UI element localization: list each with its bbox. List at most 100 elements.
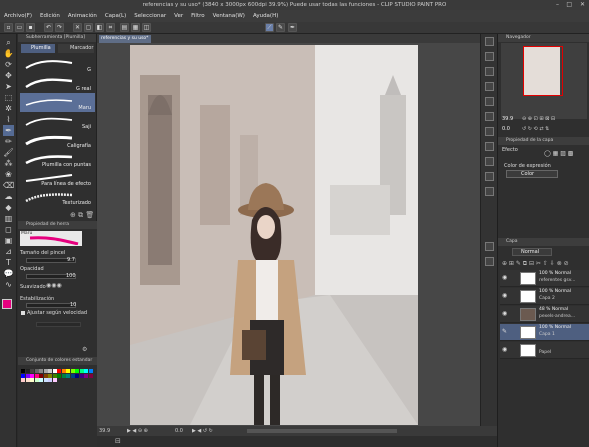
speed-checkbox[interactable] [21, 311, 25, 315]
color-swatch[interactable] [57, 369, 61, 373]
color-swatch[interactable] [39, 373, 43, 378]
color-swatch[interactable] [30, 373, 34, 378]
menu-filtro[interactable]: Filtro [191, 13, 204, 19]
expression-color-select[interactable]: Color [506, 170, 558, 178]
canvas[interactable] [130, 45, 418, 425]
menu-edicion[interactable]: Edición [40, 13, 60, 19]
layer-row[interactable]: ◉ 100 % Normal referentes gsv... [500, 270, 589, 287]
color-swatch[interactable] [57, 373, 61, 378]
figure-tool-icon[interactable]: ◻ [3, 224, 14, 235]
zoom-value[interactable]: 39.9 [99, 426, 110, 436]
layer-row-selected[interactable]: ✎ 100 % Normal Capa 1 [500, 324, 589, 341]
operation-tool-icon[interactable]: ➤ [3, 81, 14, 92]
snap-grid-icon[interactable]: ▦ [131, 23, 140, 32]
pen-tool-icon[interactable]: ✒ [3, 125, 14, 136]
airbrush-tool-icon[interactable]: ⁂ [3, 158, 14, 169]
color-swatch[interactable] [34, 378, 39, 382]
material-icon[interactable] [485, 112, 494, 121]
opacity-value[interactable]: 100 [66, 273, 76, 279]
brush-item-selected[interactable]: Maru [20, 93, 95, 112]
zoom-tool-icon[interactable]: ⌕ [3, 37, 14, 48]
brush-item[interactable]: Saji [20, 112, 95, 131]
menu-capa[interactable]: Capa(L) [105, 13, 126, 19]
brush-item[interactable]: Caligrafía [20, 131, 95, 150]
pencil-tool-icon[interactable]: ✏ [3, 136, 14, 147]
horizontal-scrollbar[interactable] [247, 429, 397, 433]
color-swatch[interactable] [34, 373, 39, 378]
snap-special-icon[interactable]: ◫ [142, 23, 151, 32]
color-swatch[interactable] [21, 369, 25, 373]
tab-marcador[interactable]: Marcador [58, 44, 94, 53]
brush-item[interactable]: Para línea de efecto [20, 169, 95, 188]
timeline-icon[interactable]: ⊟ [115, 437, 121, 445]
eyedropper-tool-icon[interactable]: ⌇ [3, 114, 14, 125]
balloon-tool-icon[interactable]: 💬 [3, 268, 14, 279]
blend-tool-icon[interactable]: ☁ [3, 191, 14, 202]
navigator-angle-value[interactable]: 0.0 [502, 126, 510, 132]
color-swatch[interactable] [52, 373, 57, 378]
main-color-swatch[interactable] [2, 299, 12, 309]
color-swatch[interactable] [61, 373, 66, 378]
eraser-tool-icon[interactable]: ⌫ [3, 180, 14, 191]
color-swatch[interactable] [66, 369, 70, 373]
undo-icon[interactable]: ↶ [44, 23, 53, 32]
pen-icon[interactable]: ✎ [502, 328, 507, 335]
correct-line-tool-icon[interactable]: ∿ [3, 279, 14, 290]
maximize-icon[interactable]: □ [566, 0, 572, 10]
color-swatch[interactable] [61, 369, 66, 373]
color-swatch[interactable] [34, 369, 39, 373]
navigator-rotate-controls[interactable]: ↺ ↻ ⟲ ⇄ ⇅ [522, 126, 549, 132]
redo-icon[interactable]: ↷ [55, 23, 64, 32]
color-swatch[interactable] [43, 373, 48, 378]
color-swatch[interactable] [48, 378, 52, 382]
effect-icons[interactable]: ◯ ▦ ▨ ▩ [544, 150, 573, 157]
tool-property-footer-icon[interactable]: ⚙ [82, 346, 87, 353]
material-icon[interactable] [485, 187, 494, 196]
frame-tool-icon[interactable]: ▣ [3, 235, 14, 246]
brush-item[interactable]: G real [20, 74, 95, 93]
color-swatch[interactable] [25, 378, 30, 382]
color-swatch[interactable] [21, 373, 25, 378]
material-icon[interactable] [485, 97, 494, 106]
color-swatch[interactable] [21, 378, 25, 382]
color-swatch[interactable] [70, 369, 75, 373]
rotate-tool-icon[interactable]: ⟳ [3, 59, 14, 70]
layer-toggle-icon[interactable] [485, 242, 494, 251]
open-file-icon[interactable]: ▭ [15, 23, 24, 32]
color-swatch[interactable] [39, 369, 43, 373]
zoom-controls[interactable]: ▶ ◀ ⊖ ⊕ [127, 426, 148, 436]
color-swatch[interactable] [39, 378, 43, 382]
eye-icon[interactable]: ◉ [502, 346, 507, 353]
color-swatch[interactable] [84, 369, 88, 373]
color-swatch[interactable] [52, 378, 57, 382]
eye-icon[interactable]: ◉ [502, 292, 507, 299]
color-swatch[interactable] [43, 369, 48, 373]
auto-select-tool-icon[interactable]: ✲ [3, 103, 14, 114]
document-tab[interactable]: referencias y su uso* [99, 35, 151, 43]
navigator-preview[interactable] [501, 43, 587, 119]
move-tool-icon[interactable]: ✥ [3, 70, 14, 81]
eye-icon[interactable]: ◉ [502, 310, 507, 317]
navigator-zoom-controls[interactable]: ⊖ ⊕ ⊡ ⊞ ⊠ ⊟ [522, 116, 555, 122]
deselect-icon[interactable]: ▢ [84, 23, 93, 32]
material-icon[interactable] [485, 157, 494, 166]
color-swatch[interactable] [25, 373, 30, 378]
color-swatch[interactable] [30, 378, 34, 382]
brush-item[interactable]: Texturizado [20, 188, 95, 207]
eye-icon[interactable]: ◉ [502, 274, 507, 281]
color-swatch[interactable] [70, 373, 75, 378]
brush-size-value[interactable]: 9.7 [67, 257, 75, 263]
material-icon[interactable] [485, 127, 494, 136]
selection-tool-icon[interactable]: ⬚ [3, 92, 14, 103]
text-tool-icon[interactable]: T [3, 257, 14, 268]
layer-row[interactable]: ◉ 48 % Normal pexels-andrea... [500, 306, 589, 323]
menu-seleccionar[interactable]: Seleccionar [134, 13, 166, 19]
brush-item[interactable]: Plumilla con puntas [20, 150, 95, 169]
brush-item[interactable]: G [20, 55, 95, 74]
layer-row[interactable]: ◉ Papel [500, 342, 589, 359]
navigator-toggle-icon[interactable] [485, 37, 494, 46]
menu-ver[interactable]: Ver [174, 13, 183, 19]
color-swatch[interactable] [75, 369, 79, 373]
material-icon[interactable] [485, 52, 494, 61]
material-icon[interactable] [485, 82, 494, 91]
